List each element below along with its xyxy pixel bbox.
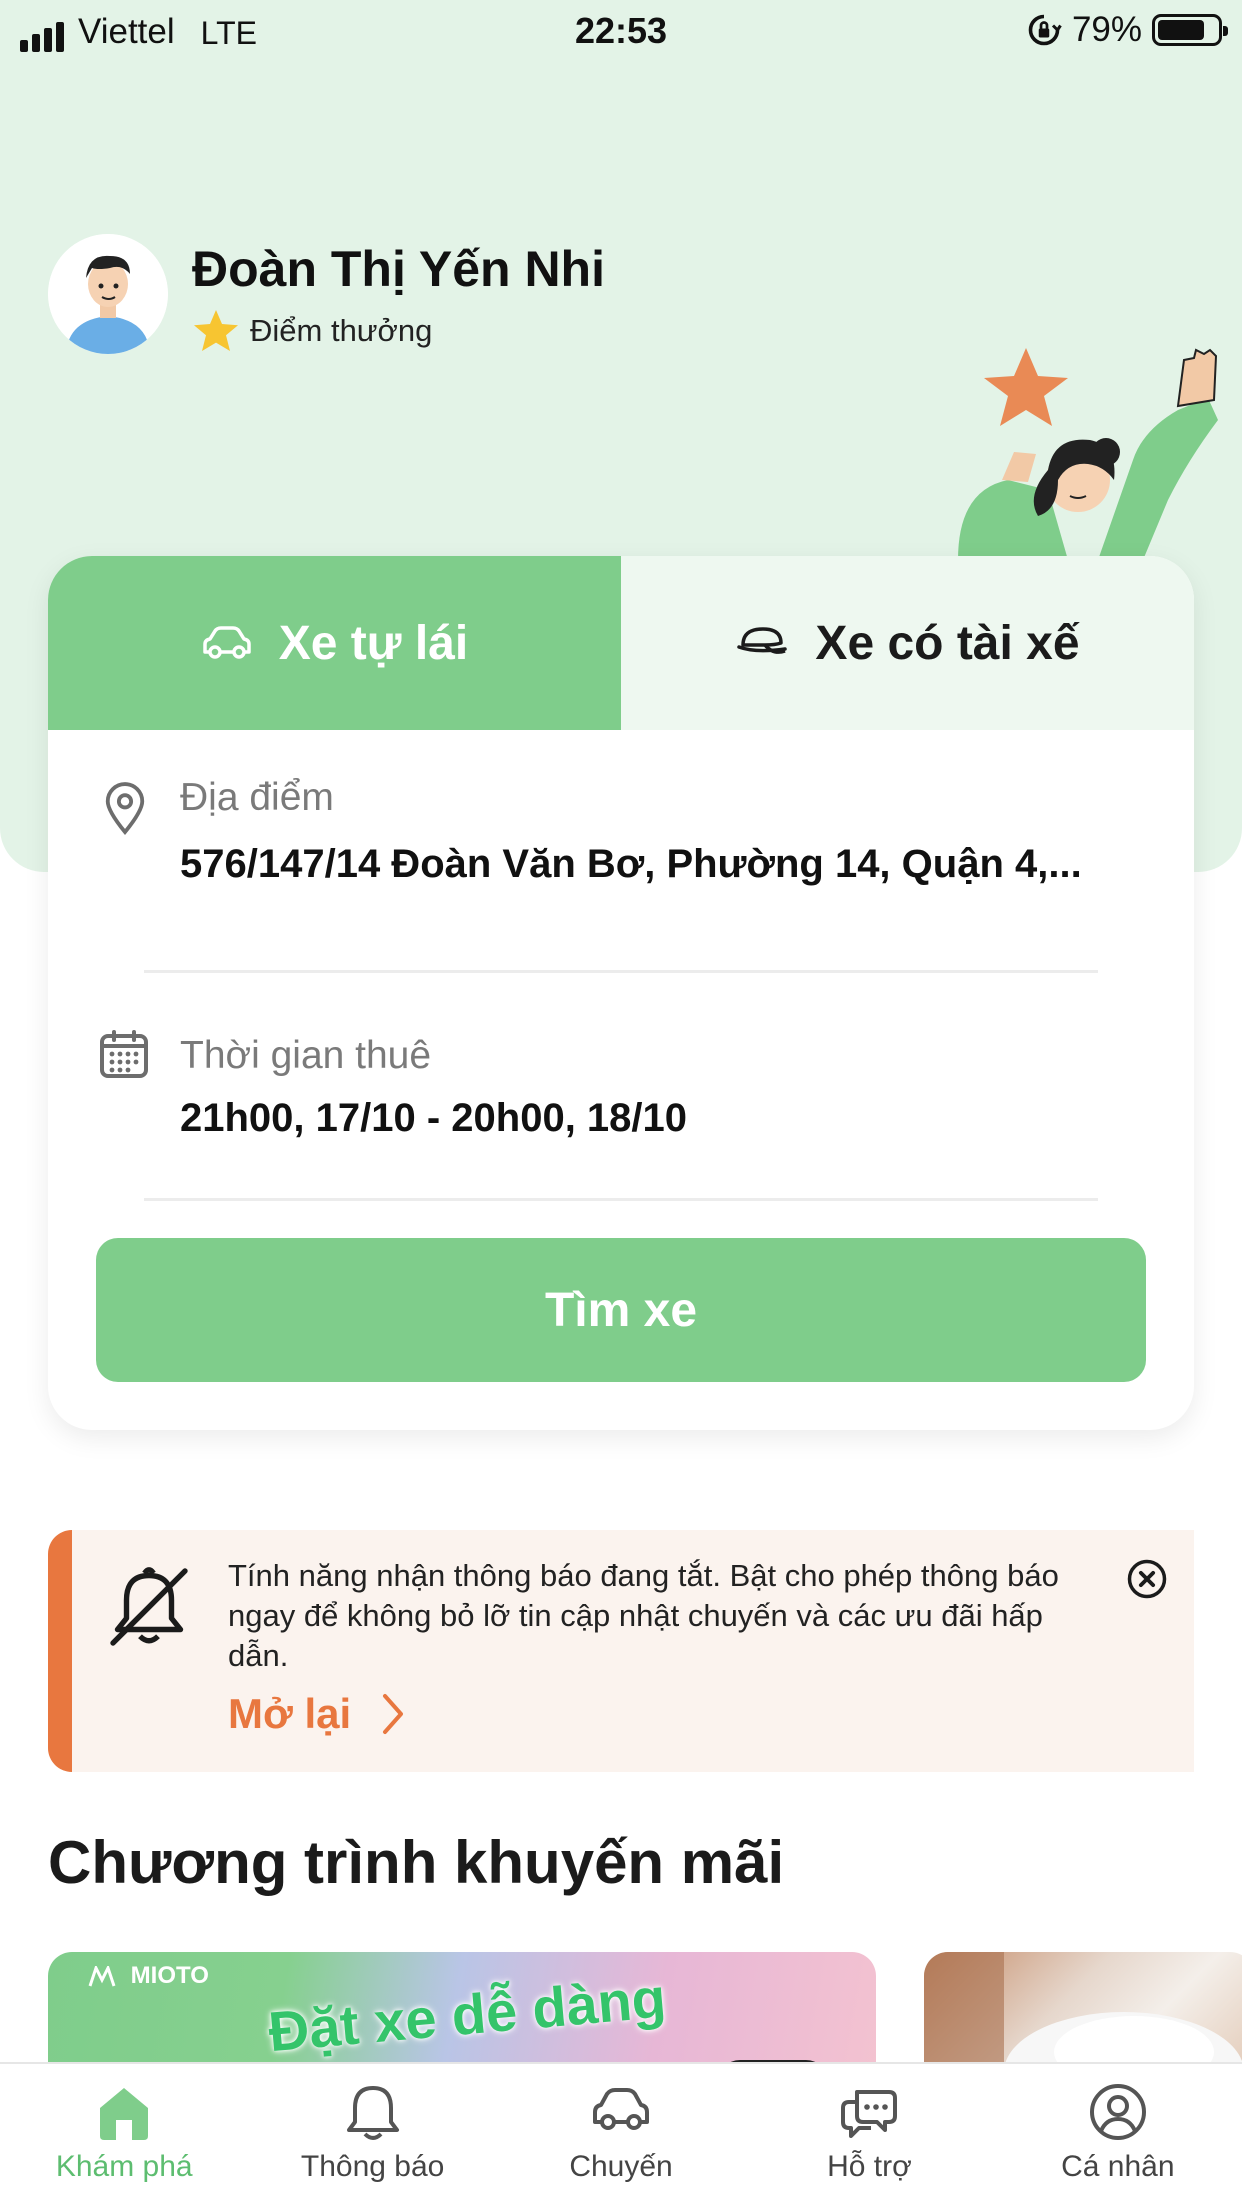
location-field[interactable]: Địa điểm 576/147/14 Đoàn Văn Bơ, Phường … [48, 730, 1194, 950]
car-icon [593, 2088, 650, 2130]
search-card: Xe tự lái Xe có tài xế Địa điểm 576/147/… [48, 556, 1194, 1430]
location-pin-icon [105, 782, 145, 836]
car-icon [203, 626, 251, 659]
nav-support-label: Hỗ trợ [827, 2150, 912, 2183]
nav-profile-label: Cá nhân [1061, 2150, 1175, 2183]
promotions-title: Chương trình khuyến mãi [48, 1829, 785, 1896]
tab-self-drive-label: Xe tự lái [278, 616, 469, 670]
battery-icon [1152, 14, 1228, 46]
rental-time-label: Thời gian thuê [180, 1034, 432, 1077]
driver-cap-icon [737, 627, 788, 654]
nav-trips-label: Chuyến [569, 2150, 673, 2183]
nav-explore[interactable]: Khám phá [0, 2064, 248, 2208]
bell-icon [346, 2086, 399, 2140]
battery-fill [1158, 20, 1204, 40]
rental-time-value: 21h00, 17/10 - 20h00, 18/10 [180, 1096, 688, 1140]
bottom-nav: Khám phá Thông báo Chuyến Hỗ trợ Cá nhân [0, 2062, 1242, 2208]
nav-support[interactable]: Hỗ trợ [745, 2064, 993, 2208]
mioto-logo-icon [88, 1963, 116, 1987]
calendar-icon [100, 1030, 148, 1078]
time-divider [144, 1198, 1098, 1201]
location-label: Địa điểm [180, 776, 334, 819]
promo-brand: MIOTO [88, 1962, 209, 1990]
notification-notice: Tính năng nhận thông báo đang tắt. Bật c… [48, 1530, 1194, 1772]
bell-off-icon [110, 1567, 188, 1646]
nav-profile[interactable]: Cá nhân [994, 2064, 1242, 2208]
user-icon [1089, 2084, 1146, 2140]
status-right: 79% [1026, 10, 1228, 50]
notice-accent-bar [48, 1530, 72, 1772]
battery-percent: 79% [1071, 10, 1142, 49]
star-icon [194, 310, 238, 351]
orientation-lock-icon [1028, 14, 1062, 46]
search-car-button[interactable]: Tìm xe [96, 1238, 1146, 1382]
nav-notifications-label: Thông báo [300, 2150, 445, 2183]
avatar[interactable] [48, 234, 168, 354]
user-name: Đoàn Thị Yến Nhi [192, 241, 605, 297]
notice-message: Tính năng nhận thông báo đang tắt. Bật c… [228, 1558, 1059, 1673]
celebration-illustration [958, 348, 1218, 560]
location-divider [144, 970, 1098, 973]
promo-banner-text: Đặt xe dễ dàng [266, 1965, 669, 2064]
nav-trips[interactable]: Chuyến [497, 2064, 745, 2208]
nav-explore-label: Khám phá [55, 2150, 193, 2183]
promo-brand-label: MIOTO [130, 1962, 209, 1989]
location-value: 576/147/14 Đoàn Văn Bơ, Phường 14, Quận … [180, 842, 1082, 886]
avatar-illustration [48, 234, 168, 354]
rental-time-field[interactable]: Thời gian thuê 21h00, 17/10 - 20h00, 18/… [48, 986, 1194, 1206]
rental-type-tabs: Xe tự lái Xe có tài xế [48, 556, 1194, 730]
tab-self-drive[interactable]: Xe tự lái [48, 556, 621, 730]
chat-icon [841, 2090, 898, 2138]
close-icon[interactable] [1126, 1558, 1168, 1600]
reward-label: Điểm thưởng [250, 313, 433, 348]
nav-notifications[interactable]: Thông báo [248, 2064, 496, 2208]
status-bar: Viettel LTE 22:53 79% [0, 0, 1242, 64]
chevron-right-icon [383, 1694, 404, 1734]
tab-with-driver[interactable]: Xe có tài xế [621, 556, 1194, 730]
reward-points[interactable]: Điểm thưởng [192, 308, 432, 354]
tab-with-driver-label: Xe có tài xế [815, 616, 1080, 670]
reenable-label: Mở lại [228, 1690, 352, 1737]
home-icon [100, 2088, 149, 2140]
reenable-notifications-link[interactable]: Mở lại [228, 1690, 405, 1738]
